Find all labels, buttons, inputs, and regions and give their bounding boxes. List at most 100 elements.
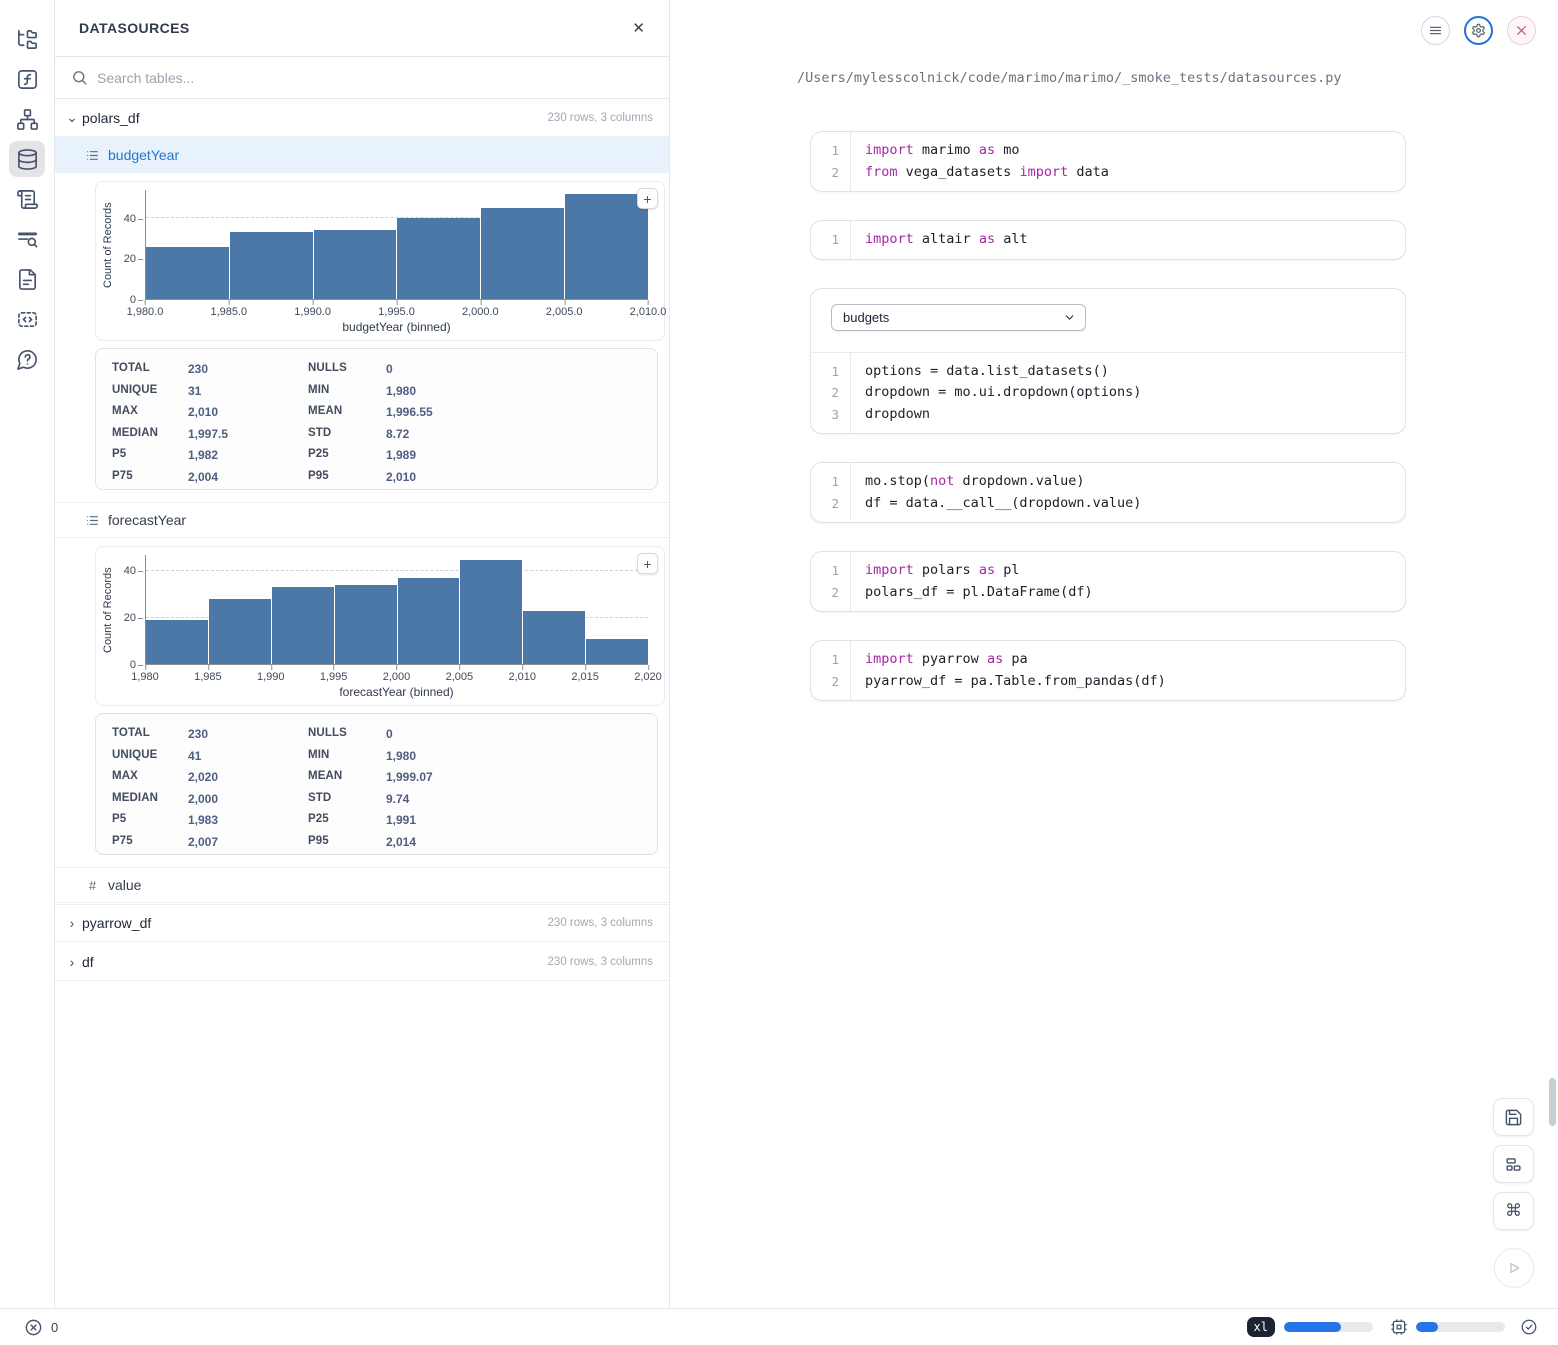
histogram-bar — [146, 247, 230, 299]
x-tick-label: 1,985.0 — [210, 306, 247, 318]
code-cell[interactable]: 1import pyarrow as pa2pyarrow_df = pa.Ta… — [810, 640, 1406, 701]
stat-value: 230 — [188, 362, 308, 376]
table-name: polars_df — [82, 110, 140, 126]
stat-label: MEDIAN — [112, 792, 188, 806]
hamburger-icon — [1428, 23, 1443, 38]
cells-column: 1import marimo as mo2from vega_datasets … — [810, 131, 1406, 729]
stat-value: 31 — [188, 384, 308, 398]
panel-title: DATASOURCES — [79, 20, 190, 36]
connected-status-icon[interactable] — [1520, 1318, 1538, 1336]
x-tick-label: 1,985 — [194, 671, 222, 683]
code-area[interactable]: 1import polars as pl2polars_df = pl.Data… — [811, 552, 1405, 611]
help-panel-icon[interactable] — [9, 341, 45, 377]
code-text: import marimo as mo — [850, 140, 1019, 162]
histogram-bar — [230, 232, 314, 299]
memory-meter — [1284, 1322, 1373, 1332]
code-area[interactable]: 1import marimo as mo2from vega_datasets … — [811, 132, 1405, 191]
code-area[interactable]: 1import pyarrow as pa2pyarrow_df = pa.Ta… — [811, 641, 1405, 700]
settings-button[interactable] — [1464, 16, 1493, 45]
function-panel-icon[interactable] — [9, 61, 45, 97]
stat-label: P95 — [308, 470, 386, 484]
histogram-bar — [314, 230, 398, 299]
layout-toggle-button[interactable] — [1493, 1145, 1534, 1183]
code-text: import polars as pl — [850, 560, 1019, 582]
column-row-value[interactable]: # value — [55, 867, 669, 903]
code-text: dropdown = mo.ui.dropdown(options) — [850, 382, 1141, 404]
column-row-forecastYear[interactable]: forecastYear — [55, 502, 669, 538]
menu-button[interactable] — [1421, 16, 1450, 45]
column-row-budgetYear[interactable]: budgetYear — [55, 137, 669, 173]
line-number: 1 — [811, 229, 850, 251]
dataset-dropdown[interactable]: budgets — [831, 304, 1086, 331]
close-icon[interactable]: ✕ — [632, 21, 645, 36]
resource-meters: xl — [1247, 1317, 1538, 1337]
save-button[interactable] — [1493, 1098, 1534, 1136]
code-area[interactable]: 1import altair as alt — [811, 221, 1405, 259]
table-row-polars-df[interactable]: ⌄ polars_df 230 rows, 3 columns — [55, 99, 669, 137]
logs-panel-icon[interactable] — [9, 181, 45, 217]
table-row-df[interactable]: › df 230 rows, 3 columns — [55, 943, 669, 981]
table-meta: 230 rows, 3 columns — [548, 956, 653, 968]
code-cell[interactable]: 1import polars as pl2polars_df = pl.Data… — [810, 551, 1406, 612]
run-all-button[interactable] — [1494, 1248, 1534, 1288]
dependency-graph-icon[interactable] — [9, 101, 45, 137]
size-badge[interactable]: xl — [1247, 1317, 1275, 1337]
code-cell[interactable]: 1import marimo as mo2from vega_datasets … — [810, 131, 1406, 192]
datasources-panel: DATASOURCES ✕ ⌄ polars_df 230 rows, 3 co… — [55, 0, 670, 1308]
histogram-bar — [209, 599, 272, 664]
x-axis: 1,980.01,985.01,990.01,995.02,000.02,005… — [145, 303, 648, 318]
table-name: pyarrow_df — [82, 915, 151, 931]
x-tick-label: 1,980 — [131, 671, 159, 683]
code-area[interactable]: 1options = data.list_datasets()2dropdown… — [811, 353, 1405, 434]
datasources-panel-icon[interactable] — [9, 141, 45, 177]
scrollbar-thumb[interactable] — [1549, 1078, 1556, 1126]
code-cell[interactable]: 1mo.stop(not dropdown.value)2df = data._… — [810, 462, 1406, 523]
histogram-bar — [460, 560, 523, 664]
stat-value: 0 — [386, 362, 641, 376]
code-cell[interactable]: 1import altair as alt — [810, 220, 1406, 260]
file-tree-icon[interactable] — [9, 21, 45, 57]
forecastYear-histogram: Count of Records 02040 1,9801,9851,9901,… — [95, 546, 665, 706]
code-text: polars_df = pl.DataFrame(df) — [850, 582, 1093, 604]
documentation-panel-icon[interactable] — [9, 261, 45, 297]
expand-chart-button[interactable]: + — [637, 553, 658, 574]
stat-value: 1,982 — [188, 448, 308, 462]
file-path[interactable]: /Users/mylesscolnick/code/marimo/marimo/… — [797, 70, 1342, 86]
x-tick-label: 2,000.0 — [462, 306, 499, 318]
table-row-pyarrow-df[interactable]: › pyarrow_df 230 rows, 3 columns — [55, 904, 669, 942]
error-count: 0 — [51, 1320, 58, 1335]
expand-chart-button[interactable]: + — [637, 188, 658, 209]
dropdown-value: budgets — [843, 310, 889, 325]
line-number: 2 — [811, 582, 850, 604]
stat-value: 1,980 — [386, 749, 641, 763]
x-tick-label: 1,980.0 — [127, 306, 164, 318]
circle-x-icon — [24, 1318, 43, 1337]
stat-label: STD — [308, 427, 386, 441]
app: DATASOURCES ✕ ⌄ polars_df 230 rows, 3 co… — [0, 0, 1558, 1345]
table-search-panel-icon[interactable] — [9, 221, 45, 257]
stat-label: P95 — [308, 835, 386, 849]
search-input[interactable] — [97, 70, 653, 86]
cpu-icon — [1390, 1318, 1408, 1336]
layout-icon — [1504, 1155, 1523, 1174]
code-text: dropdown — [850, 404, 930, 426]
snippets-panel-icon[interactable] — [9, 301, 45, 337]
y-axis: 02040 — [116, 555, 138, 665]
code-area[interactable]: 1mo.stop(not dropdown.value)2df = data._… — [811, 463, 1405, 522]
forecastYear-stats: TOTAL230NULLS0UNIQUE41MIN1,980MAX2,020ME… — [95, 713, 658, 855]
stat-value: 2,014 — [386, 835, 641, 849]
x-tick-label: 1,990 — [257, 671, 285, 683]
status-bar: 0 xl — [0, 1308, 1558, 1345]
x-axis-title: budgetYear (binned) — [145, 320, 648, 334]
activity-rail — [0, 0, 55, 1308]
keyboard-shortcuts-button[interactable]: ⌘ — [1493, 1192, 1534, 1230]
error-indicator[interactable]: 0 — [24, 1318, 58, 1337]
x-tick-label: 2,010 — [508, 671, 536, 683]
command-icon: ⌘ — [1505, 1201, 1522, 1221]
shutdown-button[interactable] — [1507, 16, 1536, 45]
column-name: budgetYear — [108, 147, 179, 163]
stat-value: 0 — [386, 727, 641, 741]
code-cell[interactable]: budgets 1options = data.list_datasets()2… — [810, 288, 1406, 435]
chevron-right-icon: › — [63, 915, 81, 931]
stat-label: UNIQUE — [112, 384, 188, 398]
